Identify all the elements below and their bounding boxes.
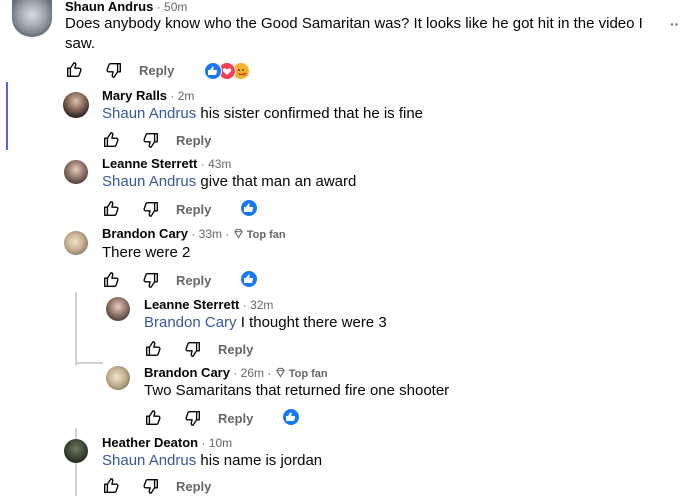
reply-button[interactable]: Reply [176,133,211,148]
thumbs-up-icon[interactable] [102,200,120,218]
top-fan-badge[interactable]: Top fan [275,367,328,380]
comment-text: Brandon Cary I thought there were 3 [144,314,387,331]
avatar[interactable] [64,231,88,255]
comment-author[interactable]: Heather Deaton · 10m [102,435,232,450]
avatar[interactable] [63,92,89,118]
reply-button[interactable]: Reply [176,273,211,288]
comment-time[interactable]: 50m [164,0,187,14]
thumbs-down-icon[interactable] [184,409,202,427]
comment-actions: Reply [102,199,211,219]
thumbs-up-icon[interactable] [144,409,162,427]
avatar[interactable] [64,160,88,184]
reply-button[interactable]: Reply [139,63,174,78]
reply-button[interactable]: Reply [176,479,211,494]
thumbs-down-icon[interactable] [105,61,123,79]
thumbs-down-icon[interactable] [142,200,160,218]
comment-text: Shaun Andrus his sister confirmed that h… [102,105,424,122]
reply-button[interactable]: Reply [176,202,211,217]
avatar[interactable] [106,366,130,390]
reply-button[interactable]: Reply [218,411,253,426]
comment-time[interactable]: 2m [178,89,195,103]
comment-time[interactable]: 33m [199,227,222,241]
mention-link[interactable]: Shaun Andrus [102,105,196,122]
active-thread-indicator [6,82,8,150]
like-reaction-icon [204,62,222,80]
thumbs-down-icon[interactable] [142,477,160,495]
thumbs-up-icon[interactable] [102,477,120,495]
comment-author[interactable]: Brandon Cary · 33m · Top fan [102,226,286,241]
comment-actions: Reply [144,408,253,428]
thumbs-down-icon[interactable] [142,131,160,149]
comment-actions: Reply [102,270,211,290]
mention-link[interactable]: Shaun Andrus [102,452,196,469]
thumbs-up-icon[interactable] [102,271,120,289]
thumbs-down-icon[interactable] [142,271,160,289]
comment-time[interactable]: 10m [209,436,232,450]
avatar[interactable] [106,297,130,321]
mention-link[interactable]: Shaun Andrus [102,173,196,190]
more-icon[interactable]: ·· [670,16,679,32]
reply-thread-line [75,292,77,366]
thumbs-up-icon[interactable] [102,131,120,149]
top-fan-badge[interactable]: Top fan [233,228,286,241]
like-reaction-icon[interactable] [241,271,257,287]
comment-text: Shaun Andrus his name is jordan [102,452,323,469]
avatar[interactable] [12,0,52,37]
comment-time[interactable]: 43m [208,157,231,171]
like-reaction-icon[interactable] [241,200,257,216]
comment-author[interactable]: Leanne Sterrett · 32m [144,297,273,312]
comment-text: Shaun Andrus give that man an award [102,173,357,190]
comment-text: There were 2 [102,244,191,261]
thumbs-up-icon[interactable] [144,340,162,358]
comment-author[interactable]: Shaun Andrus · 50m [65,0,187,14]
comment-text: Two Samaritans that returned fire one sh… [144,382,450,399]
comment-actions: Reply [102,476,211,496]
top-fan-diamond-icon [275,367,285,378]
comment-author[interactable]: Mary Ralls · 2m [102,88,194,103]
comment-author[interactable]: Brandon Cary · 26m · Top fan [144,365,328,380]
like-reaction-icon[interactable] [283,409,299,425]
reply-button[interactable]: Reply [218,342,253,357]
comment-actions: Reply [102,130,211,150]
top-fan-diamond-icon [233,228,243,239]
mention-link[interactable]: Brandon Cary [144,314,237,331]
comment-time[interactable]: 26m [241,366,264,380]
comment-actions: Reply [144,339,253,359]
comment-time[interactable]: 32m [250,298,273,312]
thumbs-down-icon[interactable] [184,340,202,358]
avatar[interactable] [64,439,88,463]
reply-branch-line [75,362,103,364]
thumbs-up-icon[interactable] [65,61,83,79]
comment-actions: Reply [65,60,174,80]
comment-text: Does anybody know who the Good Samaritan… [65,15,643,52]
comment-author[interactable]: Leanne Sterrett · 43m [102,156,231,171]
